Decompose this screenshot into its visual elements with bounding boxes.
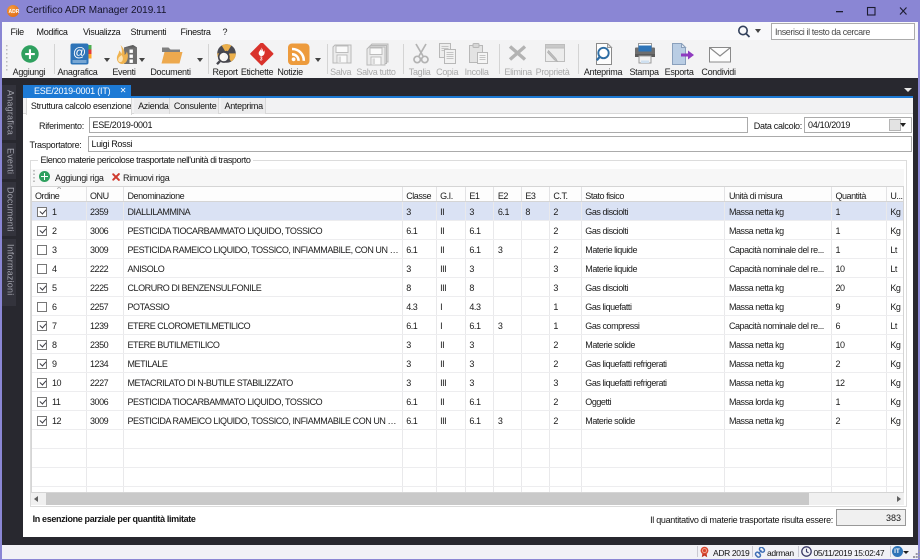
svg-text:@: @ <box>72 44 85 59</box>
svg-text:3: 3 <box>259 56 262 62</box>
